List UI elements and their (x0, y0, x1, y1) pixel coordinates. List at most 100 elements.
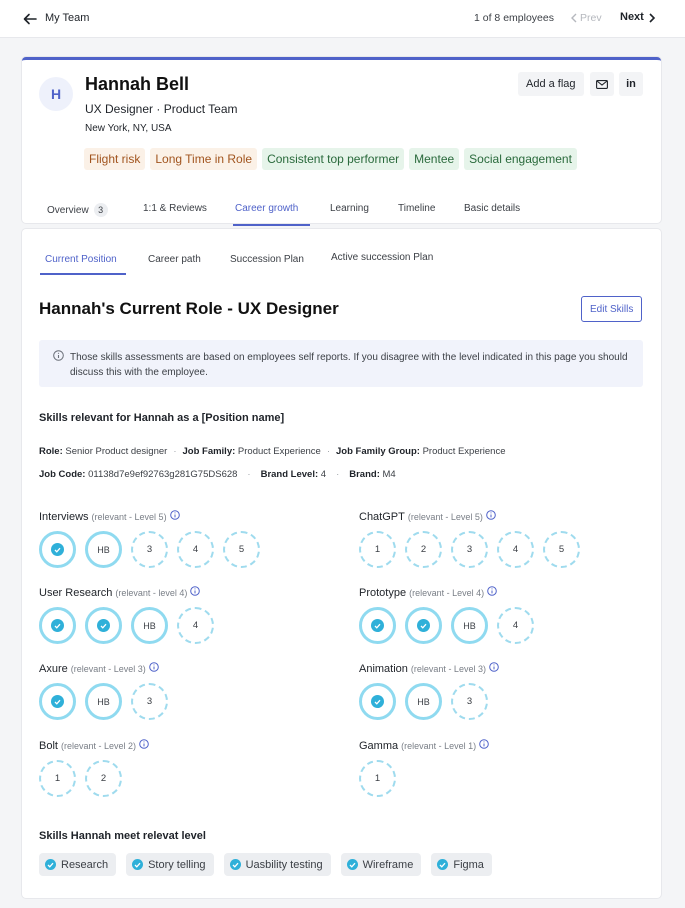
level-current-marker[interactable]: HB (131, 607, 168, 644)
skill-relevance: (relevant - Level 3) (410, 663, 486, 674)
linkedin-button[interactable]: in (619, 72, 643, 96)
subtab-career-path[interactable]: Career path (148, 254, 201, 265)
level-pending[interactable]: 4 (177, 531, 214, 568)
skill-levels: 1 (359, 760, 489, 797)
tab-reviews[interactable]: 1:1 & Reviews (143, 203, 207, 214)
met-skill-chip[interactable]: Uasbility testing (223, 853, 331, 876)
email-button[interactable] (590, 72, 614, 96)
prev-button[interactable]: Prev (569, 12, 602, 24)
level-complete-check[interactable] (359, 683, 396, 720)
level-pending[interactable]: 2 (85, 760, 122, 797)
level-pending[interactable]: 1 (39, 760, 76, 797)
level-pending[interactable]: 4 (497, 607, 534, 644)
level-pending[interactable]: 5 (543, 531, 580, 568)
level-pending[interactable]: 3 (451, 531, 488, 568)
skill-name: Gamma (359, 739, 399, 752)
skill-title: Interviews (relevant - Level 5) (39, 510, 260, 523)
next-button[interactable]: Next (620, 11, 644, 23)
met-skills-heading: Skills Hannah meet relevat level (39, 830, 206, 842)
skill-relevance: (relevant - Level 5) (91, 511, 167, 522)
met-skill-label: Wireframe (362, 858, 414, 871)
subtab-succession-plan[interactable]: Succession Plan (230, 254, 304, 265)
level-pending[interactable]: 1 (359, 531, 396, 568)
tab-learning[interactable]: Learning (330, 203, 369, 214)
level-pending[interactable]: 4 (497, 531, 534, 568)
info-icon[interactable] (169, 510, 180, 523)
skills-heading: Skills relevant for Hannah as a [Positio… (39, 412, 285, 424)
check-icon (371, 619, 384, 632)
level-complete-check[interactable] (85, 607, 122, 644)
info-icon[interactable] (486, 510, 496, 523)
level-pending[interactable]: 1 (359, 760, 396, 797)
check-icon (51, 619, 64, 632)
job-meta-row: Role: Senior Product designer · Job Family… (39, 446, 506, 457)
tab-badge: 3 (93, 203, 108, 217)
subtab-active-succession-plan[interactable]: Active succession Plan (331, 252, 433, 263)
info-icon[interactable] (487, 586, 497, 599)
info-icon[interactable] (139, 739, 149, 752)
skill-name: Interviews (39, 510, 89, 523)
skill-block: Animation (relevant - Level 3) HB 3 (359, 662, 499, 720)
tab-overview[interactable]: Overview 3 (47, 203, 108, 217)
flag-chip[interactable]: Flight risk (84, 148, 146, 170)
meta-value: Senior Product designer (65, 446, 168, 457)
level-complete-check[interactable] (39, 531, 76, 568)
linkedin-icon: in (626, 78, 636, 90)
level-pending[interactable]: 4 (177, 607, 214, 644)
met-skill-chip[interactable]: Research (39, 853, 117, 876)
mail-icon (596, 79, 608, 89)
flag-chip[interactable]: Consistent top performer (262, 148, 405, 170)
skill-block: Axure (relevant - Level 3) HB 3 (39, 662, 168, 720)
level-current-marker[interactable]: HB (405, 683, 442, 720)
skill-levels: 12 (39, 760, 149, 797)
check-icon (346, 859, 358, 870)
tab-label: Overview (47, 205, 89, 216)
flag-chip[interactable]: Social engagement (464, 148, 577, 170)
skill-title: User Research (relevant - level 4) (39, 586, 214, 599)
info-icon[interactable] (489, 662, 499, 675)
met-skill-label: Story telling (148, 858, 206, 871)
skill-name: Axure (39, 662, 68, 675)
skill-block: User Research (relevant - level 4) HB 4 (39, 586, 214, 644)
level-complete-check[interactable] (39, 607, 76, 644)
skill-name: Bolt (39, 739, 58, 752)
tab-career-growth[interactable]: Career growth (235, 203, 298, 214)
add-flag-button[interactable]: Add a flag (518, 72, 584, 96)
check-icon (132, 859, 144, 870)
skill-relevance: (relevant - Level 4) (409, 587, 485, 598)
chevron-right-icon[interactable] (648, 13, 656, 23)
meta-value: Product Experience (237, 446, 321, 457)
met-skill-label: Uasbility testing (245, 858, 323, 871)
level-current-marker[interactable]: HB (85, 683, 122, 720)
met-skill-chip[interactable]: Wireframe (340, 853, 422, 876)
edit-skills-button[interactable]: Edit Skills (581, 296, 643, 322)
level-complete-check[interactable] (39, 683, 76, 720)
level-pending[interactable]: 3 (131, 531, 168, 568)
meta-key: Job Family Group: (336, 446, 420, 457)
met-skill-chip[interactable]: Story telling (126, 853, 214, 876)
level-complete-check[interactable] (359, 607, 396, 644)
tab-timeline[interactable]: Timeline (398, 203, 435, 214)
level-pending[interactable]: 2 (405, 531, 442, 568)
level-pending[interactable]: 3 (131, 683, 168, 720)
level-pending[interactable]: 5 (223, 531, 260, 568)
met-skill-chip[interactable]: Figma (431, 853, 492, 876)
tab-basic-details[interactable]: Basic details (464, 203, 520, 214)
level-current-marker[interactable]: HB (451, 607, 488, 644)
subtab-current-position[interactable]: Current Position (45, 254, 117, 265)
arrow-left-icon[interactable] (22, 11, 38, 27)
skill-block: Bolt (relevant - Level 2) 1 2 (39, 739, 149, 797)
level-complete-check[interactable] (405, 607, 442, 644)
level-pending[interactable]: 3 (451, 683, 488, 720)
info-icon[interactable] (148, 662, 159, 675)
flag-chip[interactable]: Long Time in Role (150, 148, 258, 170)
back-link[interactable]: My Team (45, 12, 89, 24)
skill-relevance: (relevant - level 4) (115, 587, 188, 598)
level-current-marker[interactable]: HB (85, 531, 122, 568)
info-icon[interactable] (190, 586, 201, 599)
meta-key: Role: (39, 446, 63, 457)
flag-chip[interactable]: Mentee (409, 148, 460, 170)
info-icon[interactable] (479, 739, 489, 752)
flag-list: Flight risk Long Time in Role Consistent… (84, 148, 577, 170)
info-icon (53, 350, 64, 361)
